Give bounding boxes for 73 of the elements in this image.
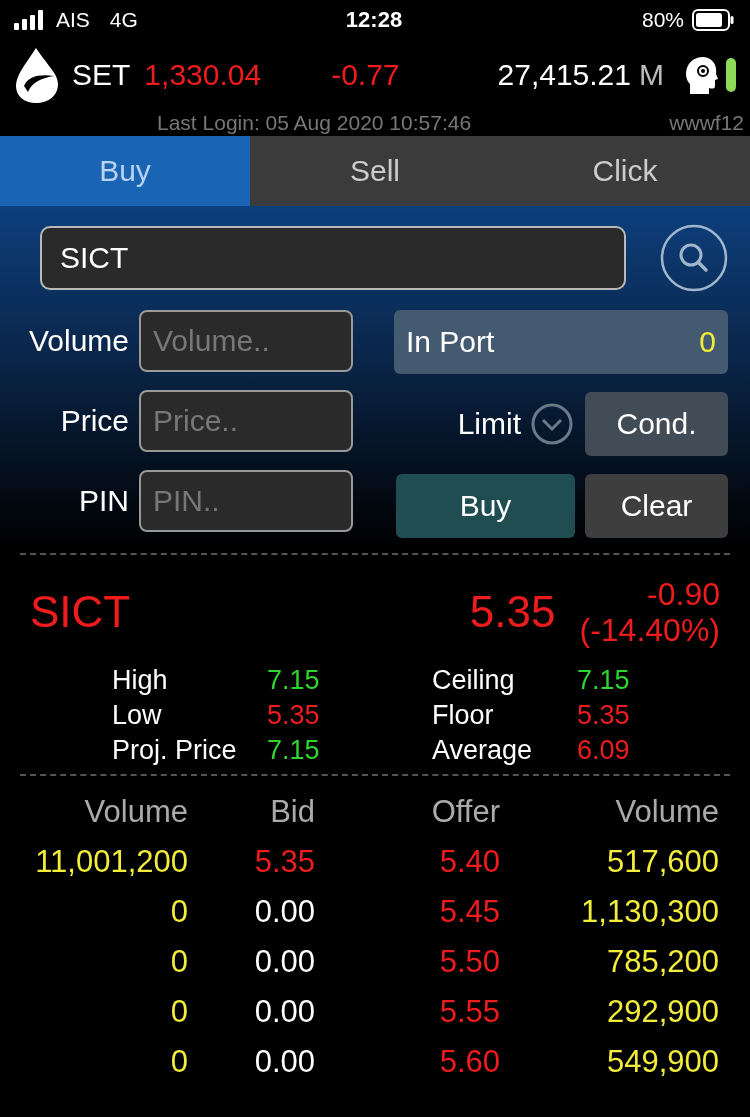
stat-label: Floor [432,700,495,731]
percent-change: (-14.40%) [579,612,720,648]
network-type: 4G [109,8,138,32]
table-cell-text: 11,001,200 [34,844,188,880]
tab[interactable]: Click [500,136,750,206]
search-icon[interactable] [660,224,728,292]
table-cell-text: 5.45 [438,894,500,930]
stat-value: 7.15 [577,665,631,696]
table-cell-text: 0 [169,894,188,930]
stat-value: 6.09 [577,735,631,766]
head-icon [684,54,720,96]
tab[interactable]: Buy [0,136,250,206]
tab[interactable]: Sell [250,136,500,206]
input-field[interactable]: Price.. [139,390,353,452]
table-cell-text: 0 [169,1044,188,1080]
stat-value: 5.35 [267,700,321,731]
stock-price: 5.35 [469,587,556,637]
table-cell-text: 5.60 [438,1044,500,1080]
order-type[interactable]: Limit [457,407,521,441]
stat-value: 7.15 [267,665,321,696]
table-cell-text: 292,900 [605,994,719,1030]
table-cell-text: 517,600 [605,844,719,880]
in-port-label: In Port [406,325,495,359]
clock-time: 12:28 [345,7,403,33]
column-header: Bid [269,794,315,830]
table-cell-text: 5.55 [438,994,500,1030]
index-name: SET [72,58,131,92]
table-cell-text: 549,900 [605,1044,719,1080]
table-cell-text: 5.50 [438,944,500,980]
in-port-value: 0 [699,325,716,359]
index-value: 1,330.04 [144,58,262,92]
symbol-field[interactable]: SICT [40,226,626,290]
stat-value: 7.15 [267,735,321,766]
column-header: Volume [83,794,188,830]
carrier-name: AIS [56,8,90,32]
stat-label: Average [432,735,534,766]
field-label: Volume [27,324,129,358]
battery-icon [692,9,734,31]
table-cell-text: 5.40 [438,844,500,880]
clear-button[interactable]: Clear [585,474,728,538]
stock-symbol: SICT [30,587,132,637]
stat-label: Proj. Price [112,735,238,766]
input-field[interactable]: Volume.. [139,310,353,372]
stat-label: Ceiling [432,665,516,696]
stat-label: High [112,665,169,696]
cond-button[interactable]: Cond. [585,392,728,456]
market-value: 27,415.21 [497,58,631,92]
connection-indicator [726,58,736,92]
index-change: -0.77 [331,58,400,92]
field-label: PIN [78,484,129,518]
column-header: Volume [614,794,719,830]
value-unit: M [639,58,664,92]
stat-label: Low [112,700,163,731]
table-cell-text: 0.00 [253,944,315,980]
table-cell-text: 0 [169,944,188,980]
table-cell-text: 5.35 [253,844,315,880]
table-cell-text: 0 [169,994,188,1030]
table-cell-text: 1,130,300 [580,894,719,930]
buy-button[interactable]: Buy [396,474,575,538]
logo-icon [14,46,60,104]
table-cell-text: 0.00 [253,1044,315,1080]
stat-value: 5.35 [577,700,631,731]
field-label: Price [59,404,129,438]
user-id: wwwf12 [669,111,744,135]
table-cell-text: 785,200 [605,944,719,980]
column-header: Offer [430,794,500,830]
price-change: -0.90 [647,576,720,612]
battery-percent: 80% [641,8,684,32]
table-cell-text: 0.00 [253,994,315,1030]
table-cell-text: 0.00 [253,894,315,930]
chevron-down-icon[interactable] [531,403,573,445]
last-login-text: Last Login: 05 Aug 2020 10:57:46 [157,111,472,135]
input-field[interactable]: PIN.. [139,470,353,532]
